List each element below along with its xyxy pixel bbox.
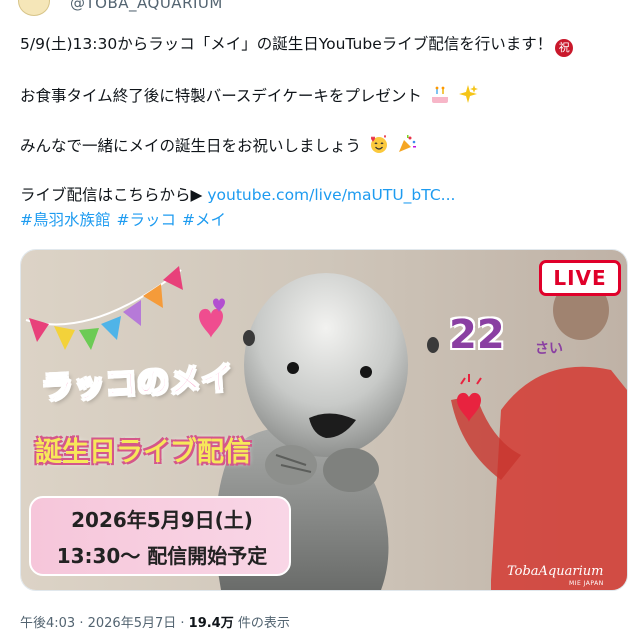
view-count: 19.4万 (188, 616, 234, 631)
meta-separator: · (176, 616, 189, 631)
tweet-text: みんなで一緒にメイの誕生日をお祝いしましょう (20, 137, 362, 155)
smiling-face-with-hearts-icon (369, 134, 389, 159)
sparkles-icon (458, 84, 478, 109)
tweet-text-line-2: お食事タイム終了後に特製バースデイケーキをプレゼント (20, 84, 478, 109)
post-date[interactable]: 2026年5月7日 (88, 616, 177, 631)
watermark-subtitle: MIE JAPAN (569, 580, 604, 587)
hashtag-mei[interactable]: #メイ (182, 211, 226, 229)
tweet-text-line-1: 5/9(土)13:30からラッコ「メイ」の誕生日YouTubeライブ配信を行いま… (20, 34, 574, 57)
schedule-time: 13:30〜 配信開始予定 (56, 544, 268, 568)
hashtag-toba-aquarium[interactable]: #鳥羽水族館 (20, 211, 111, 229)
tweet-text-line-3: みんなで一緒にメイの誕生日をお祝いしましょう (20, 134, 417, 159)
view-count-label: 件の表示 (233, 616, 290, 631)
profile-header: @TOBA_AQUARIUM (0, 0, 640, 16)
meta-separator: · (75, 616, 88, 631)
celebration-badge-icon: 祝 (555, 39, 574, 57)
hashtag-row: #鳥羽水族館 #ラッコ #メイ (20, 210, 232, 230)
user-handle[interactable]: @TOBA_AQUARIUM (70, 0, 223, 12)
party-popper-icon (397, 134, 417, 159)
tweet-text: お食事タイム終了後に特製バースデイケーキをプレゼント (20, 87, 422, 105)
watermark: TobaAquarium (507, 564, 604, 579)
tweet-meta: 午後4:03 · 2026年5月7日 · 19.4万 件の表示 (20, 612, 290, 631)
post-time[interactable]: 午後4:03 (20, 616, 75, 631)
age-number: 22 (449, 312, 505, 358)
live-badge: LIVE (539, 260, 621, 296)
youtube-link[interactable]: youtube.com/live/maUTU_bTC... (207, 186, 455, 204)
cake-icon (430, 86, 450, 109)
avatar[interactable] (18, 0, 50, 16)
hashtag-sea-otter[interactable]: #ラッコ (117, 211, 177, 229)
tweet-text: ライブ配信はこちらから▶ (20, 186, 208, 204)
schedule-box: 2026年5月9日(土) 13:30〜 配信開始予定 (29, 496, 291, 576)
age-unit: さい (535, 341, 563, 357)
tweet-text: 5/9(土)13:30からラッコ「メイ」の誕生日YouTubeライブ配信を行いま… (20, 35, 553, 53)
schedule-date: 2026年5月9日(土) (71, 508, 253, 532)
media-event-title: 誕生日ライブ配信 (35, 437, 251, 468)
tweet-media-image[interactable]: LIVE ラッコのメイ 誕生日ライブ配信 2026年5月9日(土) 13:30〜… (20, 249, 628, 591)
tweet-text-line-4: ライブ配信はこちらから▶ youtube.com/live/maUTU_bTC.… (20, 185, 455, 205)
